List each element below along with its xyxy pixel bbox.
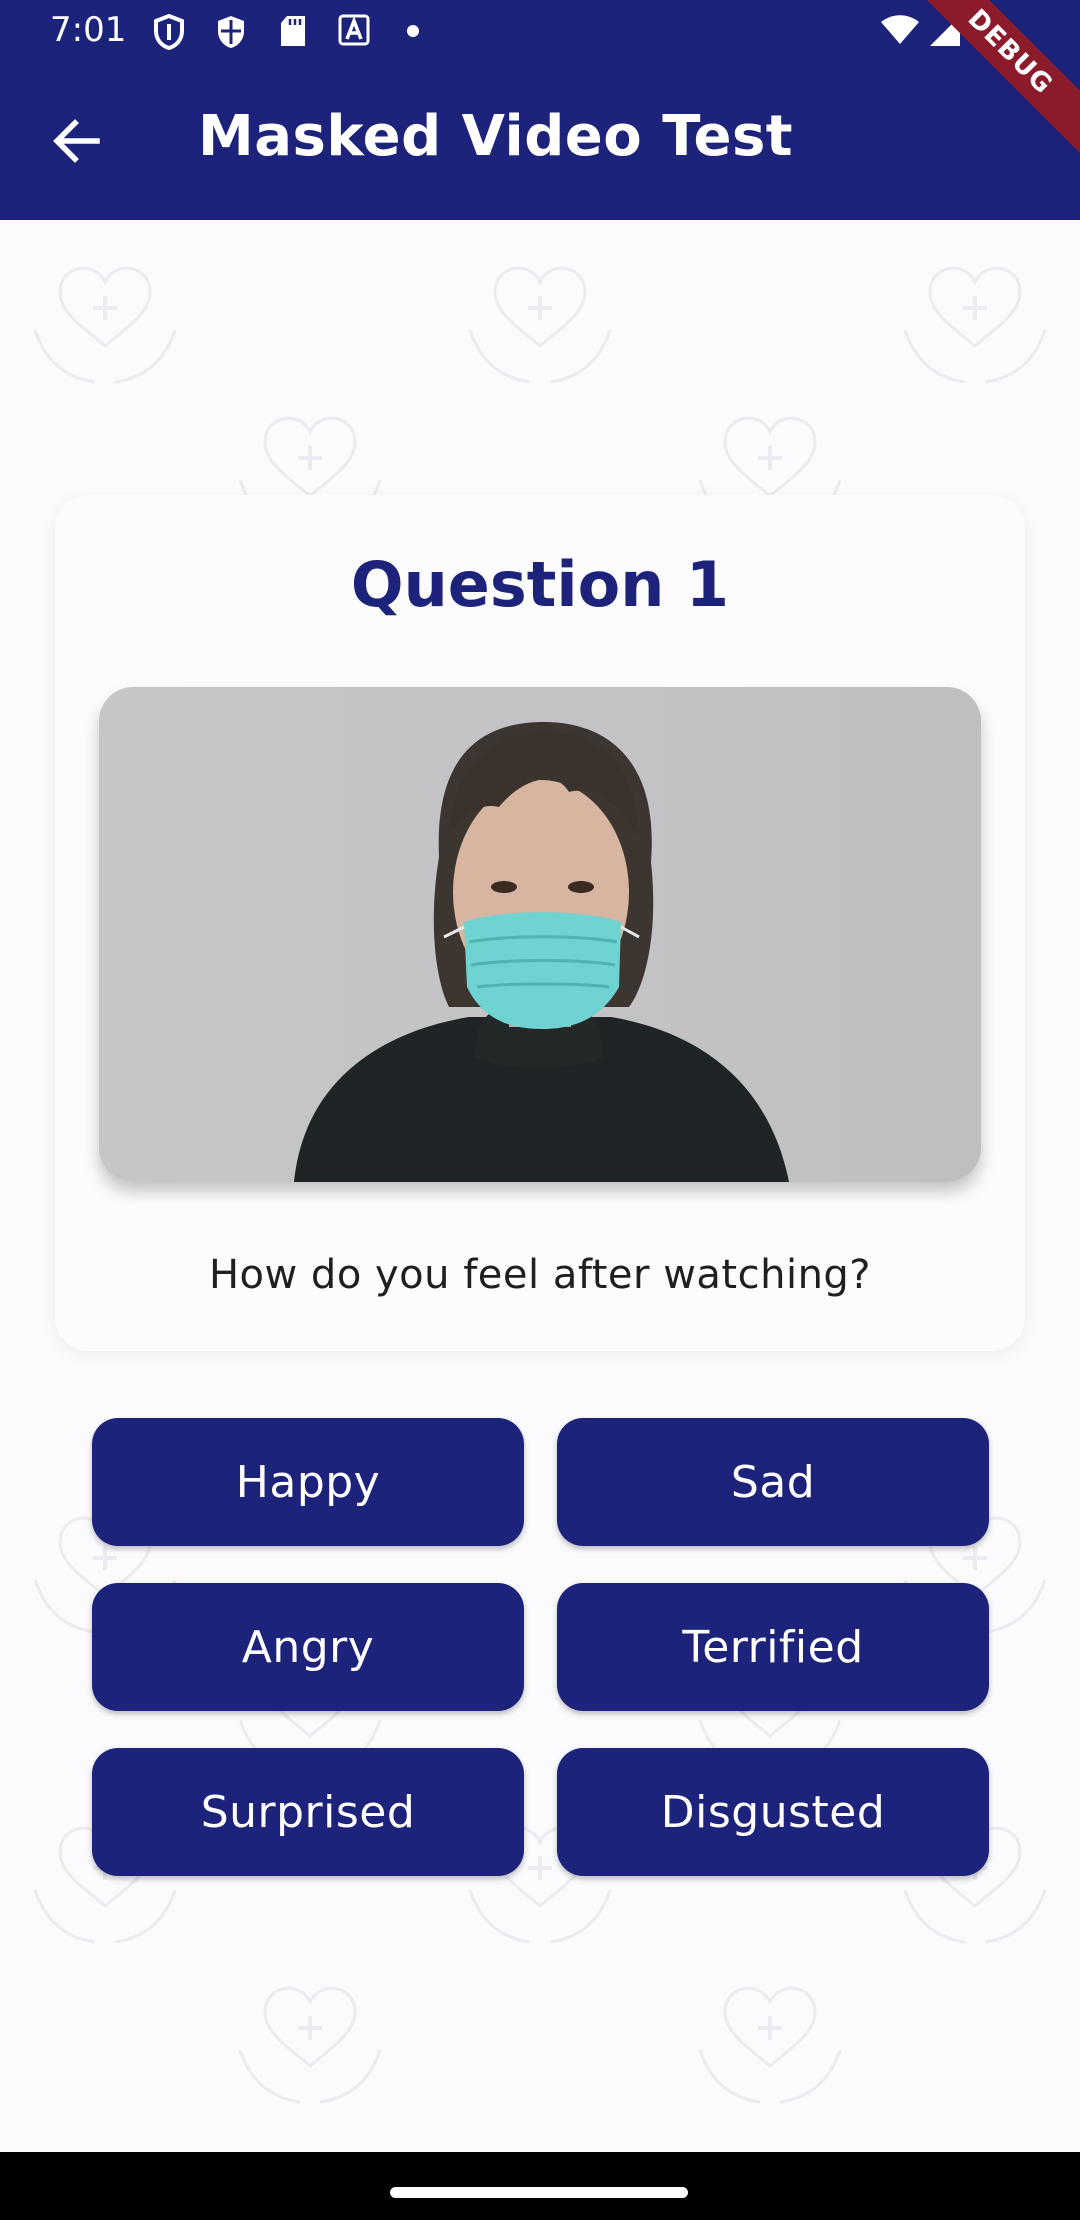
font-a-icon bbox=[338, 14, 370, 46]
answer-disgusted-button[interactable]: Disgusted bbox=[557, 1748, 989, 1876]
app-header: 7:01 Masked Video Test DEBUG bbox=[0, 0, 1080, 220]
home-gesture-handle[interactable] bbox=[390, 2187, 688, 2198]
question-prompt: How do you feel after watching? bbox=[208, 1252, 872, 1298]
question-title: Question 1 bbox=[350, 548, 730, 621]
wifi-icon bbox=[881, 15, 919, 44]
page-title: Masked Video Test bbox=[198, 104, 794, 169]
answer-terrified-button[interactable]: Terrified bbox=[557, 1583, 989, 1711]
status-bar: 7:01 bbox=[0, 0, 1080, 66]
video-frame-masked-person bbox=[294, 722, 789, 1182]
shield-outline-icon bbox=[154, 14, 184, 50]
answer-happy-button[interactable]: Happy bbox=[92, 1418, 524, 1546]
dot-icon bbox=[407, 25, 419, 37]
system-navigation-bar bbox=[0, 2152, 1080, 2220]
answer-sad-button[interactable]: Sad bbox=[557, 1418, 989, 1546]
shield-filled-icon bbox=[218, 16, 244, 48]
back-button[interactable] bbox=[40, 104, 114, 178]
answer-surprised-button[interactable]: Surprised bbox=[92, 1748, 524, 1876]
video-player[interactable] bbox=[99, 687, 981, 1182]
sd-card-icon bbox=[281, 16, 305, 46]
arrow-left-icon bbox=[53, 119, 100, 163]
answer-angry-button[interactable]: Angry bbox=[92, 1583, 524, 1711]
status-time: 7:01 bbox=[50, 10, 127, 50]
